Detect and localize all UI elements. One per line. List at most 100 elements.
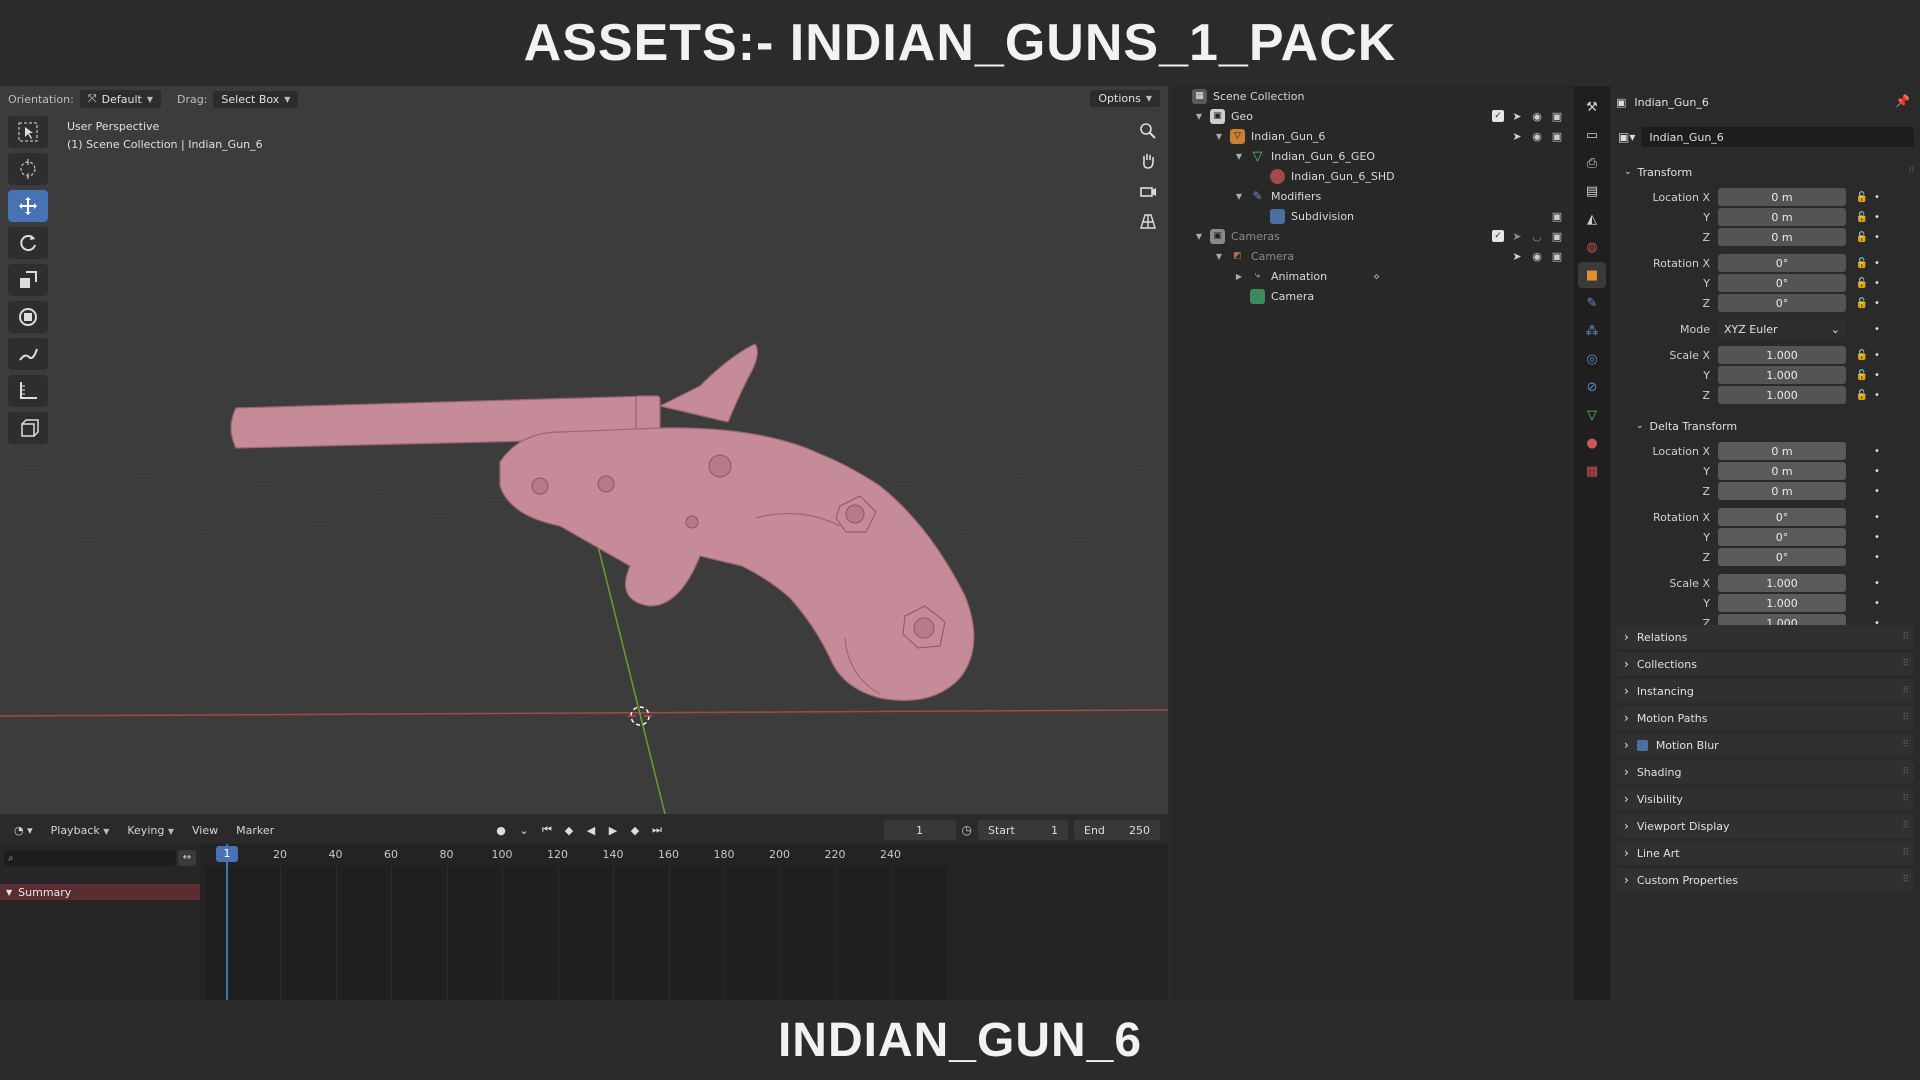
view-menu[interactable]: View (186, 822, 224, 839)
render-camera-icon[interactable]: ▣ (1550, 229, 1564, 243)
drag-grip-icon[interactable]: ⠿ (1908, 166, 1915, 176)
view-layer-tab[interactable]: ▤ (1578, 178, 1606, 204)
constraints-tab[interactable]: ⊘ (1578, 374, 1606, 400)
outliner-row-scene-collection[interactable]: ▦ Scene Collection (1192, 86, 1304, 106)
panel-collections[interactable]: › Collections ⠿ (1616, 652, 1914, 676)
data-tab[interactable]: ▽ (1578, 402, 1606, 428)
keyframe-dot-icon[interactable]: • (1874, 324, 1882, 335)
keyframe-dot-icon[interactable]: • (1874, 598, 1882, 609)
dopesheet-grid[interactable] (206, 866, 946, 1000)
drag-grip-icon[interactable]: ⠿ (1902, 686, 1909, 696)
record-options-icon[interactable]: ⌄ (514, 821, 534, 839)
delta-transform-header[interactable]: ⌄ Delta Transform (1636, 416, 1737, 436)
world-tab[interactable]: ◍ (1578, 234, 1606, 260)
property-value-field[interactable]: 0 m (1718, 482, 1846, 500)
pin-icon[interactable]: 📌 (1895, 94, 1910, 108)
render-camera-icon[interactable]: ▣ (1550, 129, 1564, 143)
drag-grip-icon[interactable]: ⠿ (1902, 713, 1909, 723)
exclude-checkbox[interactable]: ✓ (1492, 230, 1504, 242)
zoom-button[interactable] (1136, 120, 1160, 142)
panel-custom-properties[interactable]: › Custom Properties ⠿ (1616, 868, 1914, 892)
property-value-field[interactable]: 0° (1718, 274, 1846, 292)
drag-grip-icon[interactable]: ⠿ (1902, 848, 1909, 858)
keyframe-dot-icon[interactable]: • (1874, 578, 1882, 589)
physics-tab[interactable]: ◎ (1578, 346, 1606, 372)
property-value-field[interactable]: 0 m (1718, 208, 1846, 226)
drag-grip-icon[interactable]: ⠿ (1902, 659, 1909, 669)
lock-icon[interactable]: 🔓 (1854, 298, 1870, 309)
select-arrow-icon[interactable]: ➤ (1510, 249, 1524, 263)
object-type-dropdown[interactable]: ▣▾ (1618, 130, 1635, 144)
camera-view-button[interactable] (1136, 180, 1160, 202)
transform-tool[interactable] (8, 301, 48, 333)
panel-visibility[interactable]: › Visibility ⠿ (1616, 787, 1914, 811)
property-value-field[interactable]: 1.000 (1718, 346, 1846, 364)
property-value-field[interactable]: 0 m (1718, 228, 1846, 246)
keyframe-dot-icon[interactable]: • (1874, 532, 1882, 543)
panel-shading[interactable]: › Shading ⠿ (1616, 760, 1914, 784)
lock-icon[interactable]: 🔓 (1854, 232, 1870, 243)
perspective-toggle-button[interactable] (1136, 210, 1160, 232)
keyframe-dot-icon[interactable]: • (1874, 278, 1882, 289)
material-tab[interactable]: ● (1578, 430, 1606, 456)
render-camera-icon[interactable]: ▣ (1550, 209, 1564, 223)
select-arrow-icon[interactable]: ➤ (1510, 109, 1524, 123)
clock-icon[interactable]: ◷ (962, 823, 972, 837)
output-tab[interactable]: ⎙ (1578, 150, 1606, 176)
playhead[interactable] (226, 844, 228, 1000)
scene-tab[interactable]: ◭ (1578, 206, 1606, 232)
keyframe-dot-icon[interactable]: • (1874, 390, 1882, 401)
property-value-field[interactable]: 0° (1718, 294, 1846, 312)
move-tool[interactable] (8, 190, 48, 222)
keyframe-dot-icon[interactable]: • (1874, 298, 1882, 309)
property-value-field[interactable]: 0 m (1718, 462, 1846, 480)
marker-menu[interactable]: Marker (230, 822, 280, 839)
drag-grip-icon[interactable]: ⠿ (1902, 767, 1909, 777)
lock-icon[interactable]: 🔓 (1854, 350, 1870, 361)
tool-tab[interactable]: ⚒ (1578, 94, 1606, 120)
render-camera-icon[interactable]: ▣ (1550, 249, 1564, 263)
swap-button[interactable]: ↔ (178, 850, 196, 866)
start-frame-field[interactable]: Start 1 (978, 820, 1068, 840)
property-value-field[interactable]: 1.000 (1718, 574, 1846, 592)
keying-menu[interactable]: Keying ▼ (121, 822, 180, 839)
summary-channel[interactable]: ▼ Summary (0, 884, 200, 900)
lock-icon[interactable]: 🔓 (1854, 370, 1870, 381)
options-dropdown[interactable]: Options ▼ (1090, 90, 1160, 107)
outliner-row-gun-geo[interactable]: ▼ ▽ Indian_Gun_6_GEO (1234, 146, 1375, 166)
keyframe-dot-icon[interactable]: • (1874, 350, 1882, 361)
eye-icon[interactable]: ◉ (1530, 129, 1544, 143)
keyframe-dot-icon[interactable]: • (1874, 446, 1882, 457)
select-box-tool[interactable] (8, 116, 48, 148)
outliner-row-subdivision[interactable]: Subdivision (1270, 206, 1354, 226)
outliner-row-modifiers[interactable]: ▼ ✎ Modifiers (1234, 186, 1321, 206)
lock-icon[interactable]: 🔓 (1854, 390, 1870, 401)
object-name-field[interactable]: Indian_Gun_6 (1641, 127, 1914, 147)
keyframe-dot-icon[interactable]: • (1874, 258, 1882, 269)
drag-grip-icon[interactable]: ⠿ (1902, 875, 1909, 885)
transform-panel-header[interactable]: ⌄ Transform (1624, 162, 1692, 182)
outliner-row-camera-object[interactable]: ▼ ◩ Camera (1214, 246, 1294, 266)
outliner-row-gun-shd[interactable]: Indian_Gun_6_SHD (1270, 166, 1395, 186)
lock-icon[interactable]: 🔓 (1854, 192, 1870, 203)
texture-tab[interactable]: ▩ (1578, 458, 1606, 484)
property-value-field[interactable]: 0 m (1718, 188, 1846, 206)
record-button[interactable]: ● (492, 821, 510, 839)
orientation-dropdown[interactable]: ⤧ Default ▼ (79, 90, 161, 108)
next-keyframe-button[interactable]: ◆ (626, 821, 644, 839)
rotation-mode-dropdown[interactable]: XYZ Euler ⌄ (1718, 320, 1846, 338)
drag-grip-icon[interactable]: ⠿ (1902, 821, 1909, 831)
lock-icon[interactable]: 🔓 (1854, 212, 1870, 223)
property-value-field[interactable]: 0 m (1718, 442, 1846, 460)
panel-motion-blur[interactable]: › Motion Blur ⠿ (1616, 733, 1914, 757)
end-frame-field[interactable]: End 250 (1074, 820, 1160, 840)
annotate-tool[interactable] (8, 338, 48, 370)
editor-type-button[interactable]: ◔ ▾ (8, 822, 39, 839)
drag-grip-icon[interactable]: ⠿ (1902, 794, 1909, 804)
keyframe-dot-icon[interactable]: • (1874, 370, 1882, 381)
property-value-field[interactable]: 1.000 (1718, 366, 1846, 384)
exclude-checkbox[interactable]: ✓ (1492, 110, 1504, 122)
keyframe-dot-icon[interactable]: • (1874, 192, 1882, 203)
property-value-field[interactable]: 0° (1718, 548, 1846, 566)
3d-viewport[interactable]: Orientation: ⤧ Default ▼ Drag: Select Bo… (0, 86, 1168, 814)
